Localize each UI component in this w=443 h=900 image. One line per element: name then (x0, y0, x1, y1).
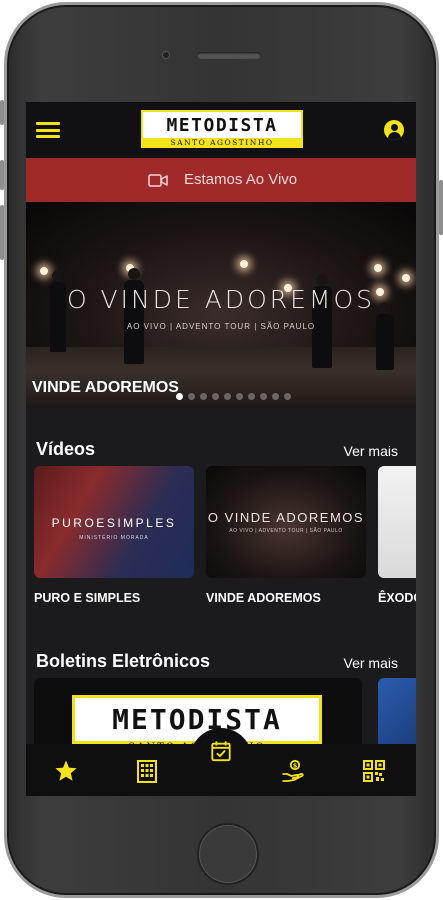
carousel-dot[interactable] (176, 393, 183, 400)
hand-donate-icon[interactable]: $ (281, 759, 305, 783)
videos-see-more-link[interactable]: Ver mais (344, 443, 398, 459)
stage-floor (26, 347, 416, 408)
video-title: PURO E SIMPLES (34, 591, 141, 605)
carousel-dot[interactable] (236, 393, 243, 400)
bulletins-section-title: Boletins Eletrônicos (36, 651, 211, 671)
app-screen: METODISTA SANTO AGOSTINHO Estamos Ao Viv… (26, 102, 416, 796)
carousel-dot[interactable] (272, 393, 279, 400)
phone-speaker (197, 52, 261, 59)
home-button[interactable] (197, 823, 259, 885)
bulletins-see-more-link[interactable]: Ver mais (344, 655, 398, 671)
star-icon[interactable] (54, 759, 78, 783)
volume-up-button (0, 160, 4, 190)
power-button (439, 180, 443, 235)
logo-title: METODISTA (141, 110, 303, 138)
video-card[interactable]: ÊXODO (378, 466, 416, 605)
thumbnail-subtitle: MINISTÉRIO MORADA (79, 535, 149, 541)
video-title: ÊXODO (378, 591, 416, 605)
user-account-icon[interactable] (384, 120, 404, 140)
video-camera-icon (148, 174, 168, 187)
app-header: METODISTA SANTO AGOSTINHO (26, 102, 416, 158)
carousel-dot[interactable] (188, 393, 195, 400)
featured-banner[interactable]: O VINDE ADOREMOS AO VIVO | ADVENTO TOUR … (26, 202, 416, 408)
video-thumbnail (378, 466, 416, 578)
logo-subtitle: SANTO AGOSTINHO (141, 138, 303, 148)
stage-light (240, 260, 248, 268)
live-stream-bar[interactable]: Estamos Ao Vivo (26, 158, 416, 202)
svg-text:$: $ (293, 761, 298, 769)
building-icon[interactable] (135, 759, 159, 783)
tab-center-button[interactable] (190, 728, 252, 790)
live-stream-label: Estamos Ao Vivo (184, 171, 298, 188)
mute-switch (0, 100, 4, 125)
banner-image-subtitle: AO VIVO | ADVENTO TOUR | SÃO PAULO (126, 322, 316, 331)
thumbnail-subtitle: AO VIVO | ADVENTO TOUR | SÃO PAULO (229, 528, 343, 534)
carousel-indicator (176, 387, 296, 400)
video-card[interactable]: PUROESIMPLES MINISTÉRIO MORADA PURO E SI… (34, 466, 194, 605)
video-card[interactable]: O VINDE ADOREMOS AO VIVO | ADVENTO TOUR … (206, 466, 366, 605)
stage-light (40, 267, 48, 275)
video-thumbnail: O VINDE ADOREMOS AO VIVO | ADVENTO TOUR … (206, 466, 366, 578)
hamburger-menu-icon[interactable] (36, 122, 60, 138)
videos-section-title: Vídeos (36, 439, 96, 459)
carousel-dot[interactable] (260, 393, 267, 400)
thumbnail-title: PUROESIMPLES (51, 516, 177, 530)
video-thumbnail: PUROESIMPLES MINISTÉRIO MORADA (34, 466, 194, 578)
stage-light (374, 264, 382, 272)
app-logo: METODISTA SANTO AGOSTINHO (141, 110, 303, 148)
carousel-dot[interactable] (248, 393, 255, 400)
volume-down-button (0, 205, 4, 260)
banner-caption: VINDE ADOREMOS (32, 379, 179, 396)
bulletin-logo-title: METODISTA (72, 695, 322, 741)
carousel-dot[interactable] (224, 393, 231, 400)
bottom-tab-bar: $ (26, 728, 416, 796)
stage-light (402, 274, 410, 282)
carousel-dot[interactable] (200, 393, 207, 400)
qr-code-icon[interactable] (362, 759, 386, 783)
carousel-dot[interactable] (212, 393, 219, 400)
calendar-check-icon[interactable] (210, 740, 234, 764)
thumbnail-title: O VINDE ADOREMOS (207, 510, 365, 525)
carousel-dot[interactable] (284, 393, 291, 400)
banner-image-title: O VINDE ADOREMOS (66, 285, 376, 314)
video-title: VINDE ADOREMOS (206, 591, 321, 605)
phone-camera (162, 51, 170, 59)
